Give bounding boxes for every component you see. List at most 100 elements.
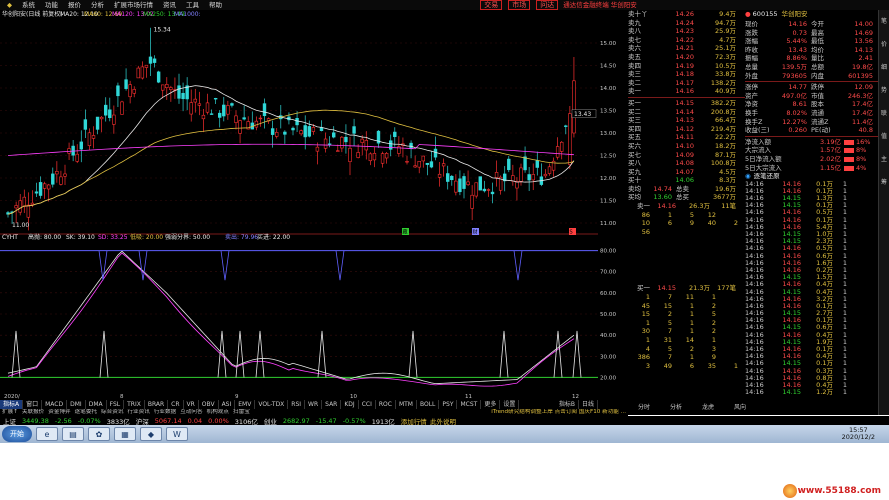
menu-right-button-2[interactable]: 问达 xyxy=(536,0,559,10)
sell-row-1[interactable]: 卖九 14.24 94.7万 xyxy=(628,19,745,28)
side-tab-3[interactable]: 风向 xyxy=(724,403,756,413)
right-tool-strip[interactable]: 笔价细势联值主筹 xyxy=(878,10,889,415)
sell-row-6[interactable]: 卖四 14.19 10.5万 xyxy=(628,62,745,71)
sub-tab-6[interactable]: 行业数据 xyxy=(152,409,178,416)
trade-row: 14:16 14.16 0.5万 1 xyxy=(745,245,878,252)
kline-chart[interactable]: 华创阳安(日线 前复权)MA20: 12.10MA60: 12.69MA120:… xyxy=(0,10,598,400)
buy-row-5[interactable]: 买六 14.10 18.2万 xyxy=(628,142,745,151)
index-extra[interactable]: 添加行情_此外说明 xyxy=(398,416,459,426)
indicator-tab-8[interactable]: CR xyxy=(168,400,184,409)
side-tool-5[interactable]: 值 xyxy=(879,131,889,140)
indicator-tab-16[interactable]: SAR xyxy=(322,400,342,409)
indicator-tab-13[interactable]: VOL-TDX xyxy=(255,400,289,409)
sell-row-5[interactable]: 卖五 14.20 72.3万 xyxy=(628,53,745,62)
promo-text[interactable]: 通达信金融终端 华创阳安 xyxy=(558,0,642,10)
sell-row-0[interactable]: 卖十丫 14.26 9.4万 xyxy=(628,10,745,19)
sell-row-9[interactable]: 卖一 14.16 40.9万 xyxy=(628,87,745,96)
taskbar-ie-icon[interactable]: e xyxy=(36,427,58,441)
sell-row-7[interactable]: 卖三 14.18 33.8万 xyxy=(628,70,745,79)
trades-title[interactable]: ◉ 逐笔还原 xyxy=(745,172,878,181)
menu-item-3[interactable]: 分析 xyxy=(86,0,109,10)
side-tab-2[interactable]: 龙虎 xyxy=(692,403,724,413)
taskbar-folder-icon[interactable]: ▤ xyxy=(62,427,84,441)
side-tab-0[interactable]: 分时 xyxy=(628,403,660,413)
indicator-tab-right-0[interactable]: 指标B xyxy=(556,400,579,409)
buy-row-6[interactable]: 买七 14.09 87.1万 xyxy=(628,151,745,160)
buy-row-3[interactable]: 买四 14.12 219.4万 xyxy=(628,125,745,134)
indicator-tab-17[interactable]: KDJ xyxy=(341,400,359,409)
clock[interactable]: 15:57 2020/12/2 xyxy=(842,427,875,441)
sub-tab-7[interactable]: 互动问答 xyxy=(178,409,204,416)
buy-row-1[interactable]: 买二 14.14 200.8万 xyxy=(628,108,745,117)
indicator-tab-25[interactable]: 设置 xyxy=(500,400,520,409)
side-tool-6[interactable]: 主 xyxy=(879,154,889,163)
sub-tab-1[interactable]: 关联报价 xyxy=(20,409,46,416)
sell-row-8[interactable]: 卖二 14.17 138.2万 xyxy=(628,79,745,88)
stock-title[interactable]: ● 600155 华创阳安 xyxy=(745,10,878,20)
side-tool-3[interactable]: 势 xyxy=(879,85,889,94)
sub-tab-0[interactable]: 扩展↑ xyxy=(0,409,20,416)
buy-row-2[interactable]: 买三 14.13 66.4万 xyxy=(628,116,745,125)
sub-tab-8[interactable]: 机构观点 xyxy=(205,409,231,416)
indicator-tab-2[interactable]: MACD xyxy=(42,400,68,409)
indicator-tab-19[interactable]: ROC xyxy=(376,400,396,409)
menu-item-6[interactable]: 工具 xyxy=(181,0,204,10)
indicator-tab-12[interactable]: EMV xyxy=(235,400,256,409)
sub-tab-5[interactable]: 行业资讯 xyxy=(125,409,151,416)
sub-tab-9[interactable]: 扫雷宝 xyxy=(231,409,252,416)
indicator-tab-22[interactable]: PSY xyxy=(439,400,458,409)
candle-body xyxy=(262,103,267,117)
indicator-tab-20[interactable]: MTM xyxy=(396,400,417,409)
menu-item-7[interactable]: 帮助 xyxy=(204,0,227,10)
sell-row-3[interactable]: 卖七 14.22 4.7万 xyxy=(628,36,745,45)
menu-right-button-0[interactable]: 交易 xyxy=(480,0,503,10)
taskbar-word-icon[interactable]: W xyxy=(166,427,188,441)
sub-tab-4[interactable]: 综合资讯 xyxy=(99,409,125,416)
menu-item-1[interactable]: 功能 xyxy=(40,0,63,10)
menu-item-2[interactable]: 报价 xyxy=(63,0,86,10)
side-tool-1[interactable]: 价 xyxy=(879,39,889,48)
indicator-tab-14[interactable]: RSI xyxy=(288,400,306,409)
buy-row-0[interactable]: 买一 14.15 382.2万 xyxy=(628,99,745,108)
buy-row-4[interactable]: 买五 14.11 22.2万 xyxy=(628,133,745,142)
side-tool-2[interactable]: 细 xyxy=(879,62,889,71)
buy-row-9[interactable]: 买十 14.06 8.3万 xyxy=(628,176,745,185)
news-ticker[interactable]: iTrend研究结构调整上岸 点击订阅 国庆F10 新功能 ... xyxy=(489,409,628,416)
indicator-tab-18[interactable]: CCI xyxy=(359,400,376,409)
menu-item-4[interactable]: 扩展市场行情 xyxy=(109,0,158,10)
taskbar-app-icon[interactable]: ✿ xyxy=(88,427,110,441)
indicator-tab-9[interactable]: VR xyxy=(184,400,199,409)
indicator-tab-7[interactable]: BRAR xyxy=(145,400,169,409)
start-button[interactable]: 开始 xyxy=(2,426,32,442)
side-tool-7[interactable]: 筹 xyxy=(879,177,889,186)
chart-pane[interactable]: 华创阳安(日线 前复权) MA20: 12.10 MA60: 12.69 MA120:… xyxy=(0,10,598,400)
menu-item-5[interactable]: 资讯 xyxy=(158,0,181,10)
indicator-tab-5[interactable]: FSL xyxy=(107,400,125,409)
sell-row-2[interactable]: 卖八 14.23 25.9万 xyxy=(628,27,745,36)
indicator-tab-0[interactable]: 指标A xyxy=(0,400,24,409)
side-tool-4[interactable]: 联 xyxy=(879,108,889,117)
menu-right-button-1[interactable]: 市场 xyxy=(508,0,531,10)
indicator-tab-23[interactable]: MCST xyxy=(457,400,482,409)
sell-row-4[interactable]: 卖六 14.21 25.1万 xyxy=(628,44,745,53)
indicator-tab-10[interactable]: OBV xyxy=(199,400,219,409)
indicator-tab-1[interactable]: 窗口 xyxy=(23,400,43,409)
side-tool-0[interactable]: 笔 xyxy=(879,16,889,25)
buy-row-8[interactable]: 买九 14.07 4.5万 xyxy=(628,168,745,177)
indicator-tab-4[interactable]: DMA xyxy=(86,400,107,409)
sub-tab-3[interactable]: 逐笔委托 xyxy=(73,409,99,416)
taskbar-chart-icon[interactable]: ▦ xyxy=(114,427,136,441)
indicator-tab-24[interactable]: 更多 xyxy=(481,400,501,409)
tick-queue-row-cell: 56 xyxy=(641,227,650,236)
indicator-tab-6[interactable]: TRIX xyxy=(124,400,145,409)
indicator-tab-21[interactable]: BOLL xyxy=(417,400,440,409)
menu-item-0[interactable]: 系统 xyxy=(17,0,40,10)
indicator-tab-3[interactable]: DMI xyxy=(67,400,86,409)
side-tab-1[interactable]: 分析 xyxy=(660,403,692,413)
buy-row-7[interactable]: 买八 14.08 100.8万 xyxy=(628,159,745,168)
indicator-tab-11[interactable]: ASI xyxy=(219,400,236,409)
indicator-tab-15[interactable]: WR xyxy=(305,400,323,409)
taskbar-stock-icon[interactable]: ◆ xyxy=(140,427,162,441)
sub-tab-2[interactable]: 资金博弈 xyxy=(46,409,72,416)
indicator-tab-right-1[interactable]: 日线 xyxy=(579,400,598,409)
